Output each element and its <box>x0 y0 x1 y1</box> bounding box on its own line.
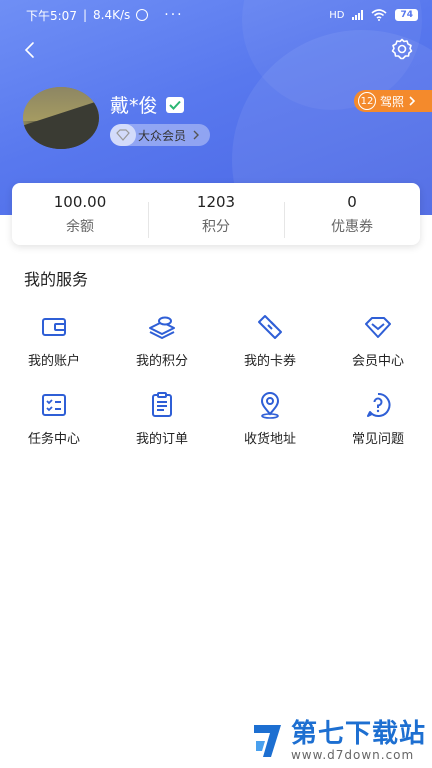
watermark-title: 第七下载站 <box>290 719 426 749</box>
settings-button[interactable] <box>390 37 414 61</box>
service-label: 我的卡券 <box>243 354 296 369</box>
coins-icon <box>149 316 175 339</box>
diamond-icon <box>365 317 391 338</box>
chevron-left-icon <box>24 42 34 58</box>
gear-icon <box>391 38 413 60</box>
service-label: 我的订单 <box>135 432 188 447</box>
diamond-icon <box>110 124 136 146</box>
ticket-icon <box>258 315 282 339</box>
service-label: 会员中心 <box>351 354 404 369</box>
status-speed: 8.4K/s <box>93 8 131 22</box>
service-my-orders[interactable]: 我的订单 <box>108 390 216 468</box>
stat-coupons[interactable]: 0 优惠券 <box>284 192 420 238</box>
location-icon <box>260 392 280 419</box>
service-member-center[interactable]: 会员中心 <box>324 312 432 390</box>
wifi-icon <box>371 9 387 21</box>
license-count: 12 <box>358 92 376 110</box>
stat-balance[interactable]: 100.00 余额 <box>12 192 148 236</box>
wallet-icon <box>42 318 66 336</box>
avatar[interactable] <box>23 87 99 149</box>
service-label: 常见问题 <box>351 432 404 447</box>
service-my-coupons[interactable]: 我的卡券 <box>216 312 324 390</box>
service-label: 任务中心 <box>27 432 80 447</box>
username: 戴*俊 <box>110 91 184 118</box>
service-label: 我的积分 <box>135 354 188 369</box>
service-shipping-address[interactable]: 收货地址 <box>216 390 324 468</box>
stat-value: 1203 <box>196 193 236 211</box>
network-label: HD <box>329 9 345 21</box>
driver-license-button[interactable]: 12 驾照 <box>354 90 432 112</box>
stat-label: 积分 <box>202 219 230 235</box>
chevron-right-icon <box>409 96 416 106</box>
stat-value: 0 <box>347 193 357 211</box>
status-time: 下午5:07 <box>26 8 77 23</box>
battery-icon: 74 <box>395 9 418 21</box>
question-icon <box>367 392 391 417</box>
chevron-right-icon <box>193 130 200 140</box>
task-list-icon <box>42 394 66 416</box>
back-button[interactable] <box>18 38 42 62</box>
member-level-label: 大众会员 <box>138 128 187 143</box>
stat-points[interactable]: 1203 积分 <box>148 192 284 238</box>
verified-icon <box>165 96 184 113</box>
stats-card: 100.00 余额 1203 积分 0 优惠券 <box>12 183 420 245</box>
service-my-account[interactable]: 我的账户 <box>0 312 108 390</box>
service-task-center[interactable]: 任务中心 <box>0 390 108 468</box>
watermark: 第七下载站 www.d7down.com <box>251 720 426 762</box>
signal-icon <box>352 10 364 20</box>
username-text: 戴*俊 <box>110 95 158 117</box>
status-bar: 下午5:07 | 8.4K/s ··· HD 74 <box>0 0 432 30</box>
section-title: 我的服务 <box>24 270 89 289</box>
service-my-points[interactable]: 我的积分 <box>108 312 216 390</box>
service-label: 收货地址 <box>243 432 296 447</box>
order-icon <box>152 392 172 417</box>
stat-label: 余额 <box>66 219 94 235</box>
stat-label: 优惠券 <box>331 219 373 235</box>
stat-value: 100.00 <box>53 193 107 211</box>
alarm-icon <box>136 9 149 21</box>
member-level-button[interactable]: 大众会员 <box>110 124 211 146</box>
service-label: 我的账户 <box>27 354 80 369</box>
license-label: 驾照 <box>380 94 405 109</box>
d7-logo-icon <box>253 725 281 757</box>
watermark-url: www.d7down.com <box>290 748 415 762</box>
more-dots: ··· <box>164 7 184 23</box>
service-faq[interactable]: 常见问题 <box>324 390 432 468</box>
services-grid: 我的账户 我的积分 我的卡券 会员中心 任务中心 我的订单 收货地址 常见问题 <box>0 312 432 468</box>
